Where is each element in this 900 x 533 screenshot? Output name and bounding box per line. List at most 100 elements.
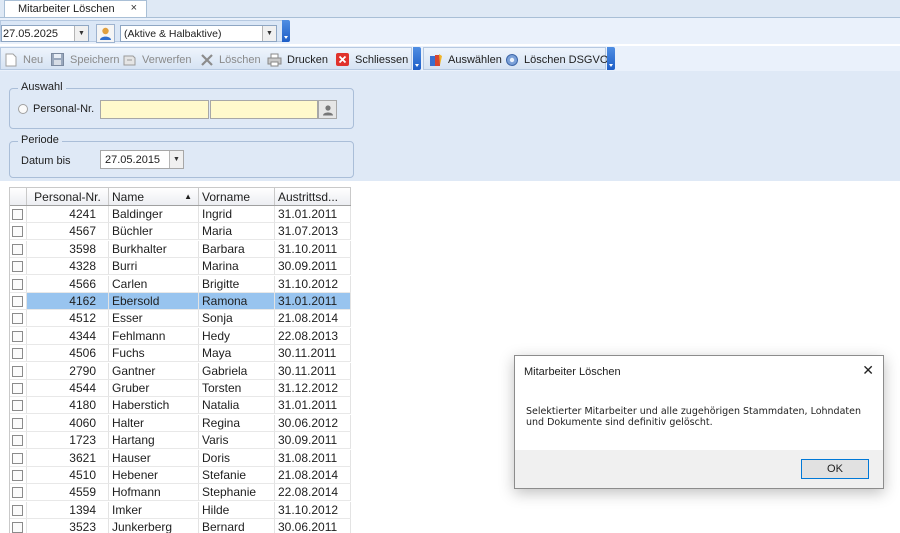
employee-status-combo[interactable]: (Aktive & Halbaktive) ▼ — [120, 25, 277, 42]
row-checkbox-cell — [10, 519, 27, 533]
cell-nr: 4544 — [27, 380, 109, 397]
selection-groupbox: Auswahl Personal-Nr. — [9, 81, 354, 129]
cell-vorname: Hedy — [199, 327, 275, 345]
cell-vorname: Maya — [199, 345, 275, 363]
table-row[interactable]: 4566 Carlen Brigitte 31.10.2012 — [10, 275, 351, 294]
reference-date-combo[interactable]: 27.05.2025 ▼ — [1, 25, 89, 42]
table-row[interactable]: 4241 Baldinger Ingrid 31.01.2011 — [10, 206, 351, 224]
tab-mitarbeiter-loeschen[interactable]: Mitarbeiter Löschen × — [4, 0, 147, 17]
table-row[interactable]: 4344 Fehlmann Hedy 22.08.2013 — [10, 327, 351, 346]
row-checkbox[interactable] — [12, 452, 23, 464]
table-row[interactable]: 4180 Haberstich Natalia 31.01.2011 — [10, 397, 351, 415]
reference-date-value: 27.05.2025 — [3, 27, 59, 40]
row-checkbox-cell — [10, 362, 27, 380]
row-checkbox[interactable] — [12, 504, 23, 516]
new-button-label: Neu — [23, 53, 44, 66]
table-row[interactable]: 4060 Halter Regina 30.06.2012 — [10, 414, 351, 433]
select-button[interactable]: Auswählen — [428, 51, 502, 68]
cell-nr: 3523 — [27, 519, 109, 533]
cell-name: Esser — [109, 310, 199, 328]
row-checkbox[interactable] — [12, 383, 23, 394]
employee-search-button[interactable] — [318, 100, 337, 119]
row-checkbox-cell — [10, 345, 27, 363]
cell-datum: 31.01.2011 — [275, 293, 351, 310]
table-row[interactable]: 3523 Junkerberg Bernard 30.06.2011 — [10, 519, 351, 533]
chevron-down-icon[interactable]: ▼ — [74, 26, 88, 41]
cell-name: Burkhalter — [109, 240, 199, 258]
dialog-close-icon[interactable]: ✕ — [862, 362, 874, 379]
row-checkbox[interactable] — [12, 417, 23, 429]
delete-dsgvo-button[interactable]: Löschen DSGVO — [504, 51, 608, 68]
cell-name: Imker — [109, 501, 199, 519]
toolbar-overflow-grip[interactable] — [607, 47, 615, 70]
table-row[interactable]: 3621 Hauser Doris 31.08.2011 — [10, 449, 351, 468]
tab-label: Mitarbeiter Löschen — [18, 3, 115, 15]
cell-name: Baldinger — [109, 206, 199, 223]
date-until-combo[interactable]: 27.05.2015 ▼ — [100, 150, 184, 169]
row-checkbox[interactable] — [12, 226, 23, 238]
table-row[interactable]: 4510 Hebener Stefanie 21.08.2014 — [10, 467, 351, 485]
table-row[interactable]: 4328 Burri Marina 30.09.2011 — [10, 258, 351, 276]
row-checkbox[interactable] — [12, 209, 23, 220]
personal-nr-radio[interactable] — [18, 104, 28, 114]
employee-name-input[interactable] — [210, 100, 318, 119]
row-checkbox[interactable] — [12, 487, 23, 499]
action-toolbar: Neu Speichern Verwerfen Löschen Drucken — [0, 46, 900, 71]
row-checkbox[interactable] — [12, 243, 23, 255]
col-header-austrittsdatum[interactable]: Austrittsd... — [275, 188, 351, 205]
cell-nr: 4241 — [27, 206, 109, 223]
row-checkbox[interactable] — [12, 261, 23, 273]
row-checkbox[interactable] — [12, 278, 23, 290]
table-row[interactable]: 4162 Ebersold Ramona 31.01.2011 — [10, 293, 351, 311]
row-checkbox[interactable] — [12, 470, 23, 481]
employee-status-button[interactable] — [96, 24, 115, 43]
selection-legend: Auswahl — [18, 81, 66, 93]
table-row[interactable]: 4544 Gruber Torsten 31.12.2012 — [10, 380, 351, 398]
personal-nr-input[interactable] — [100, 100, 209, 119]
col-header-personal-nr[interactable]: Personal-Nr. — [27, 188, 109, 205]
row-checkbox[interactable] — [12, 400, 23, 412]
save-button[interactable]: Speichern — [50, 51, 120, 68]
cell-datum: 21.08.2014 — [275, 310, 351, 328]
discard-button-label: Verwerfen — [142, 53, 192, 66]
chevron-down-icon[interactable]: ▼ — [262, 26, 276, 41]
toolbar-overflow-grip[interactable] — [413, 47, 421, 70]
cell-datum: 22.08.2014 — [275, 484, 351, 502]
chevron-down-icon[interactable]: ▼ — [169, 151, 183, 168]
cell-vorname: Ingrid — [199, 206, 275, 223]
ok-button[interactable]: OK — [801, 459, 869, 479]
table-row[interactable]: 3598 Burkhalter Barbara 31.10.2011 — [10, 240, 351, 259]
date-until-value: 27.05.2015 — [105, 153, 161, 166]
table-row[interactable]: 4567 Büchler Maria 31.07.2013 — [10, 223, 351, 241]
table-row[interactable]: 1723 Hartang Varis 30.09.2011 — [10, 432, 351, 450]
toolbar-overflow-grip[interactable] — [282, 20, 290, 42]
discard-button[interactable]: Verwerfen — [122, 51, 192, 68]
row-checkbox-cell — [10, 327, 27, 345]
row-checkbox[interactable] — [12, 296, 23, 307]
table-row[interactable]: 4506 Fuchs Maya 30.11.2011 — [10, 345, 351, 363]
table-row[interactable]: 2790 Gantner Gabriela 30.11.2011 — [10, 362, 351, 381]
date-until-label: Datum bis — [21, 155, 71, 167]
tab-close-icon[interactable]: × — [131, 2, 137, 14]
cell-name: Carlen — [109, 275, 199, 293]
cell-datum: 31.10.2011 — [275, 240, 351, 258]
new-button[interactable]: Neu — [3, 51, 43, 68]
row-checkbox[interactable] — [12, 522, 23, 533]
row-checkbox[interactable] — [12, 348, 23, 360]
row-checkbox[interactable] — [12, 365, 23, 377]
col-header-vorname[interactable]: Vorname — [199, 188, 275, 205]
print-button[interactable]: Drucken — [267, 51, 328, 68]
table-row[interactable]: 4512 Esser Sonja 21.08.2014 — [10, 310, 351, 328]
close-button[interactable]: Schliessen — [335, 51, 408, 68]
row-checkbox-cell — [10, 449, 27, 467]
row-checkbox[interactable] — [12, 313, 23, 325]
table-row[interactable]: 1394 Imker Hilde 31.10.2012 — [10, 501, 351, 520]
personal-nr-label: Personal-Nr. — [33, 103, 95, 115]
col-header-name[interactable]: Name ▲ — [109, 188, 199, 205]
cell-nr: 3621 — [27, 449, 109, 467]
cell-datum: 31.08.2011 — [275, 449, 351, 467]
row-checkbox[interactable] — [12, 435, 23, 447]
delete-button[interactable]: Löschen — [199, 51, 261, 68]
table-row[interactable]: 4559 Hofmann Stephanie 22.08.2014 — [10, 484, 351, 502]
row-checkbox[interactable] — [12, 330, 23, 342]
